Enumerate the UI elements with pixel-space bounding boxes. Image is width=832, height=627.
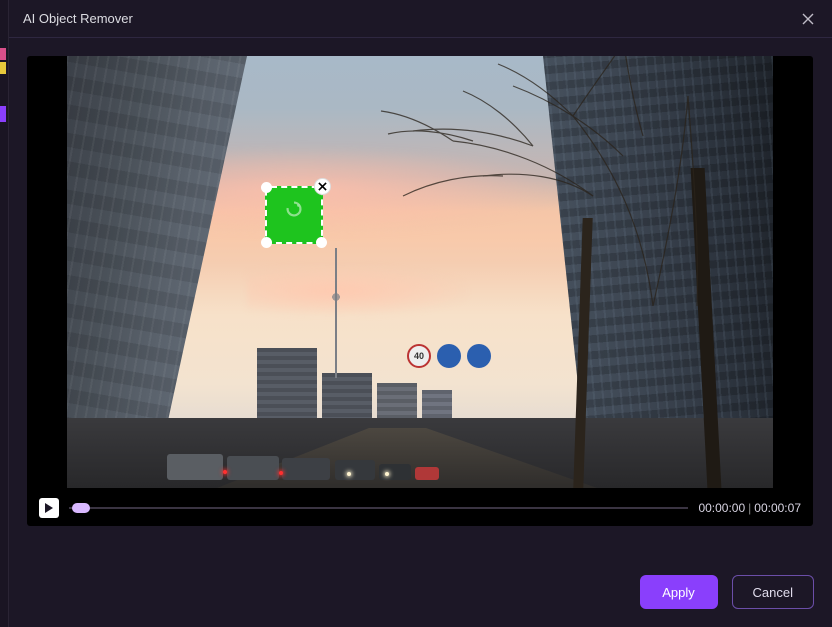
selection-close-button[interactable]	[314, 178, 331, 195]
selection-box[interactable]	[265, 186, 323, 244]
dialog-buttons: Apply Cancel	[640, 575, 814, 609]
scrub-thumb[interactable]	[72, 503, 90, 513]
apply-button[interactable]: Apply	[640, 575, 718, 609]
cancel-button[interactable]: Cancel	[732, 575, 814, 609]
dialog-title: AI Object Remover	[23, 11, 133, 26]
road-sign	[467, 344, 491, 368]
close-button[interactable]	[798, 9, 818, 29]
video-frame[interactable]: 40	[67, 56, 773, 488]
selection-close-icon	[318, 182, 327, 191]
video-preview-area: 40	[27, 56, 813, 526]
close-icon	[802, 13, 814, 25]
resize-handle-sw[interactable]	[261, 237, 272, 248]
road-sign	[437, 344, 461, 368]
titlebar: AI Object Remover	[9, 0, 832, 38]
current-time: 00:00:00	[698, 501, 745, 515]
total-time: 00:00:07	[754, 501, 801, 515]
play-button[interactable]	[39, 498, 59, 518]
app-sidebar-sliver	[0, 38, 8, 598]
speed-limit-sign: 40	[407, 344, 431, 368]
resize-handle-nw[interactable]	[261, 182, 272, 193]
scrub-bar[interactable]	[69, 500, 688, 516]
dialog-content: 40	[9, 38, 832, 627]
timecode: 00:00:00|00:00:07	[698, 501, 801, 515]
playback-bar: 00:00:00|00:00:07	[37, 496, 803, 518]
resize-handle-se[interactable]	[316, 237, 327, 248]
ai-object-remover-dialog: AI Object Remover 40	[8, 0, 832, 627]
rotate-icon	[283, 198, 305, 220]
play-icon	[44, 503, 54, 513]
